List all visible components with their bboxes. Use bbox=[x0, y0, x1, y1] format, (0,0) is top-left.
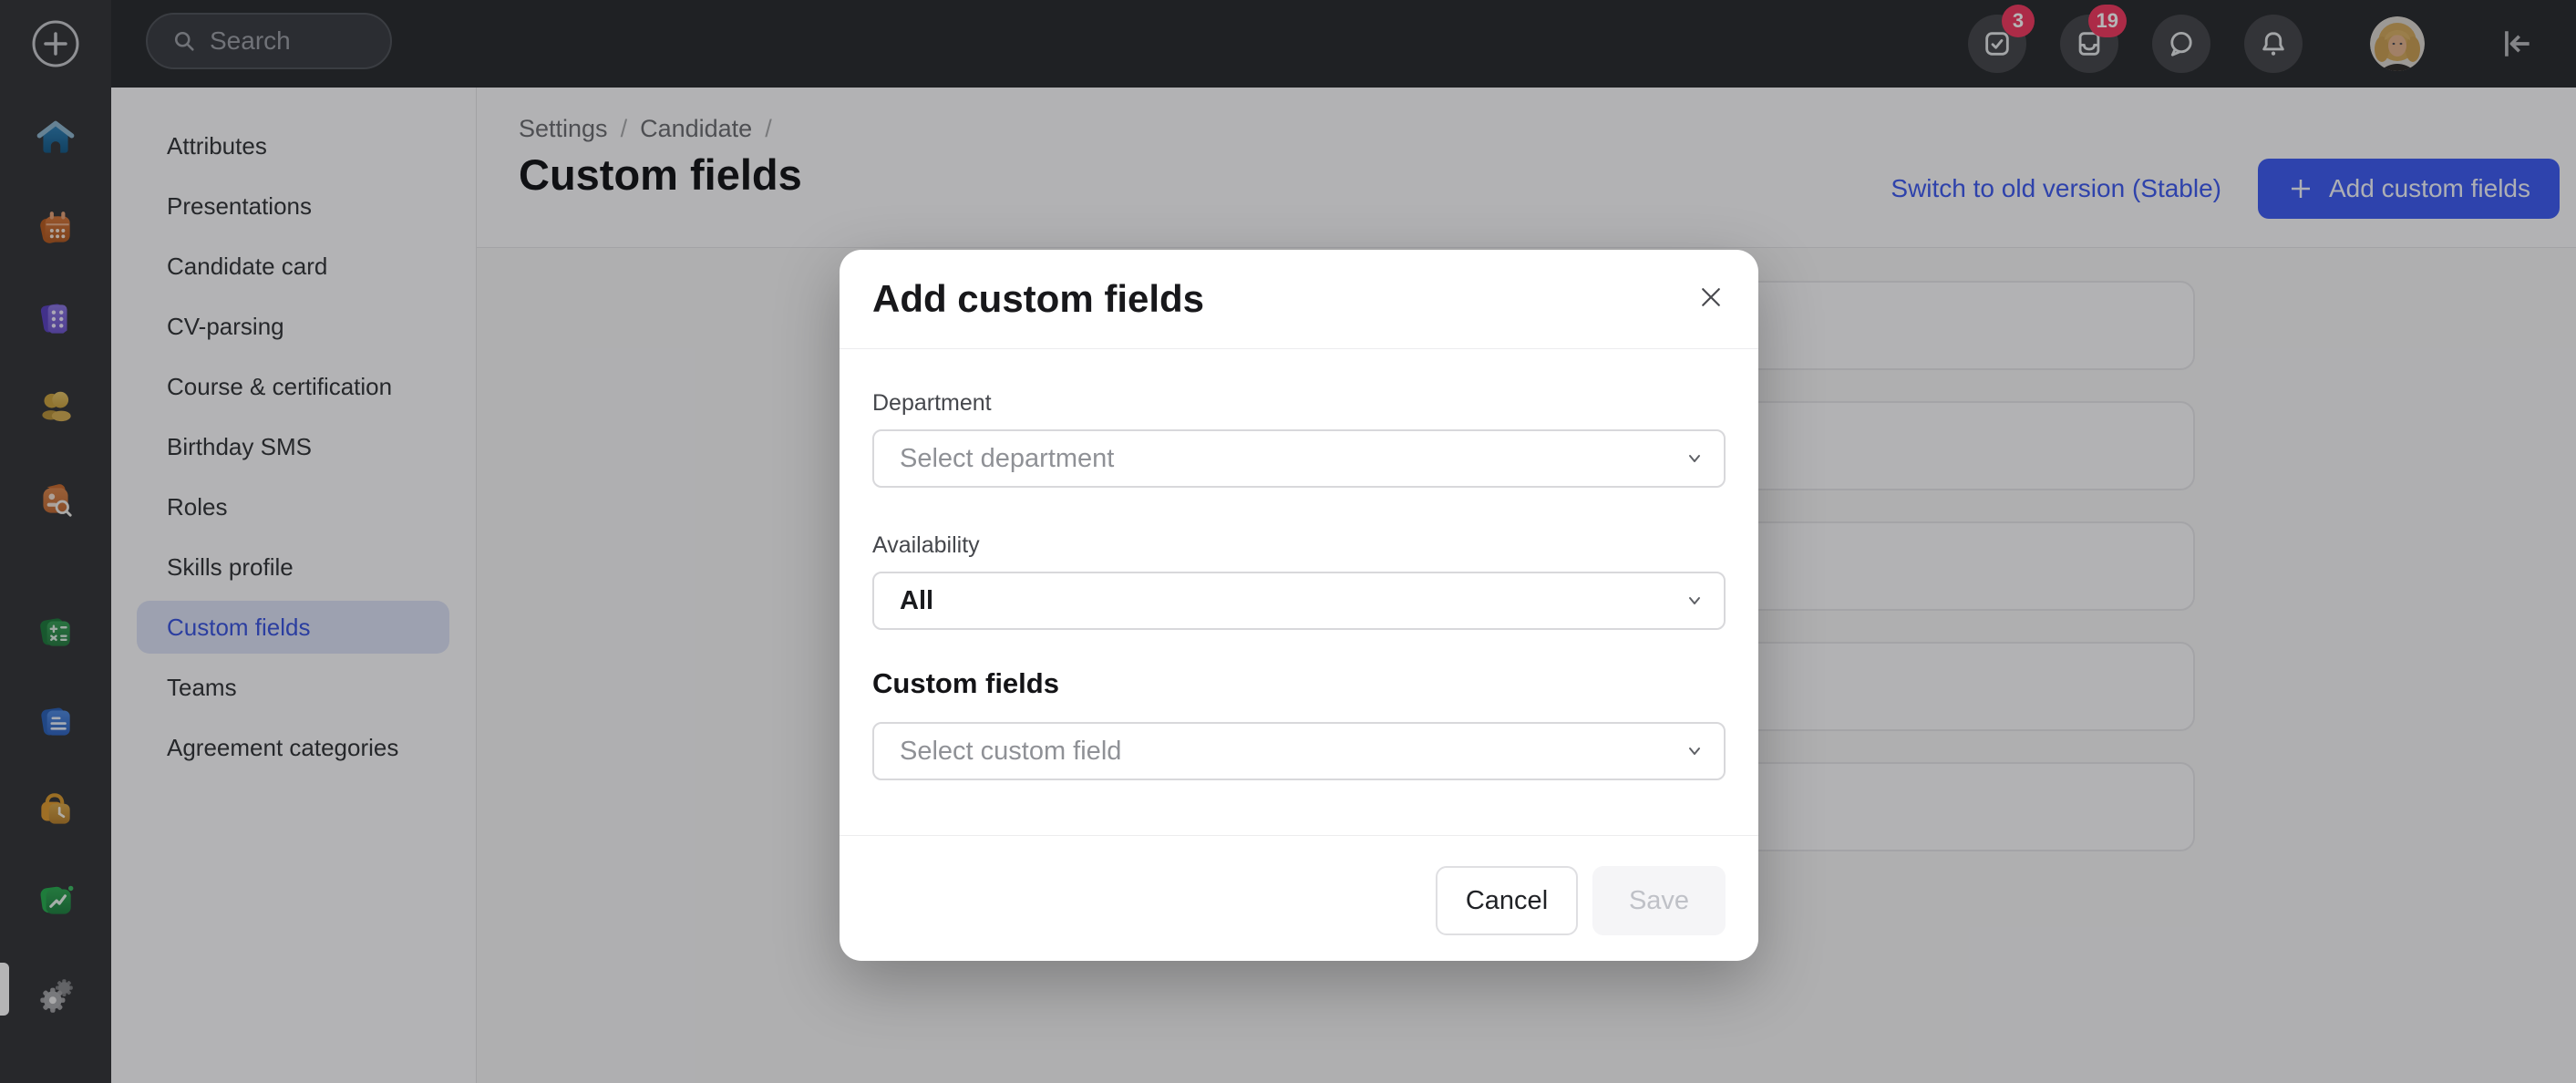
modal-title: Add custom fields bbox=[872, 279, 1726, 319]
availability-label: Availability bbox=[872, 531, 1726, 559]
modal-body: Department Select department Availabilit… bbox=[840, 349, 1758, 835]
availability-select[interactable]: All bbox=[872, 572, 1726, 630]
chevron-down-icon bbox=[1685, 593, 1704, 609]
close-button[interactable] bbox=[1691, 277, 1731, 317]
close-icon bbox=[1697, 284, 1725, 311]
modal-header: Add custom fields bbox=[840, 250, 1758, 349]
cancel-button[interactable]: Cancel bbox=[1436, 866, 1578, 935]
custom-field-select[interactable]: Select custom field bbox=[872, 722, 1726, 780]
custom-fields-section-heading: Custom fields bbox=[872, 666, 1726, 700]
chevron-down-icon bbox=[1685, 743, 1704, 759]
custom-field-placeholder: Select custom field bbox=[900, 737, 1121, 767]
department-select[interactable]: Select department bbox=[872, 429, 1726, 488]
department-label: Department bbox=[872, 389, 1726, 417]
save-button[interactable]: Save bbox=[1592, 866, 1726, 935]
app-root: Search 3 19 bbox=[0, 0, 2576, 1083]
chevron-down-icon bbox=[1685, 450, 1704, 467]
add-custom-fields-modal: Add custom fields Department Select depa… bbox=[840, 250, 1758, 961]
department-placeholder: Select department bbox=[900, 444, 1114, 474]
modal-footer: Cancel Save bbox=[840, 835, 1758, 961]
availability-value: All bbox=[900, 586, 933, 616]
